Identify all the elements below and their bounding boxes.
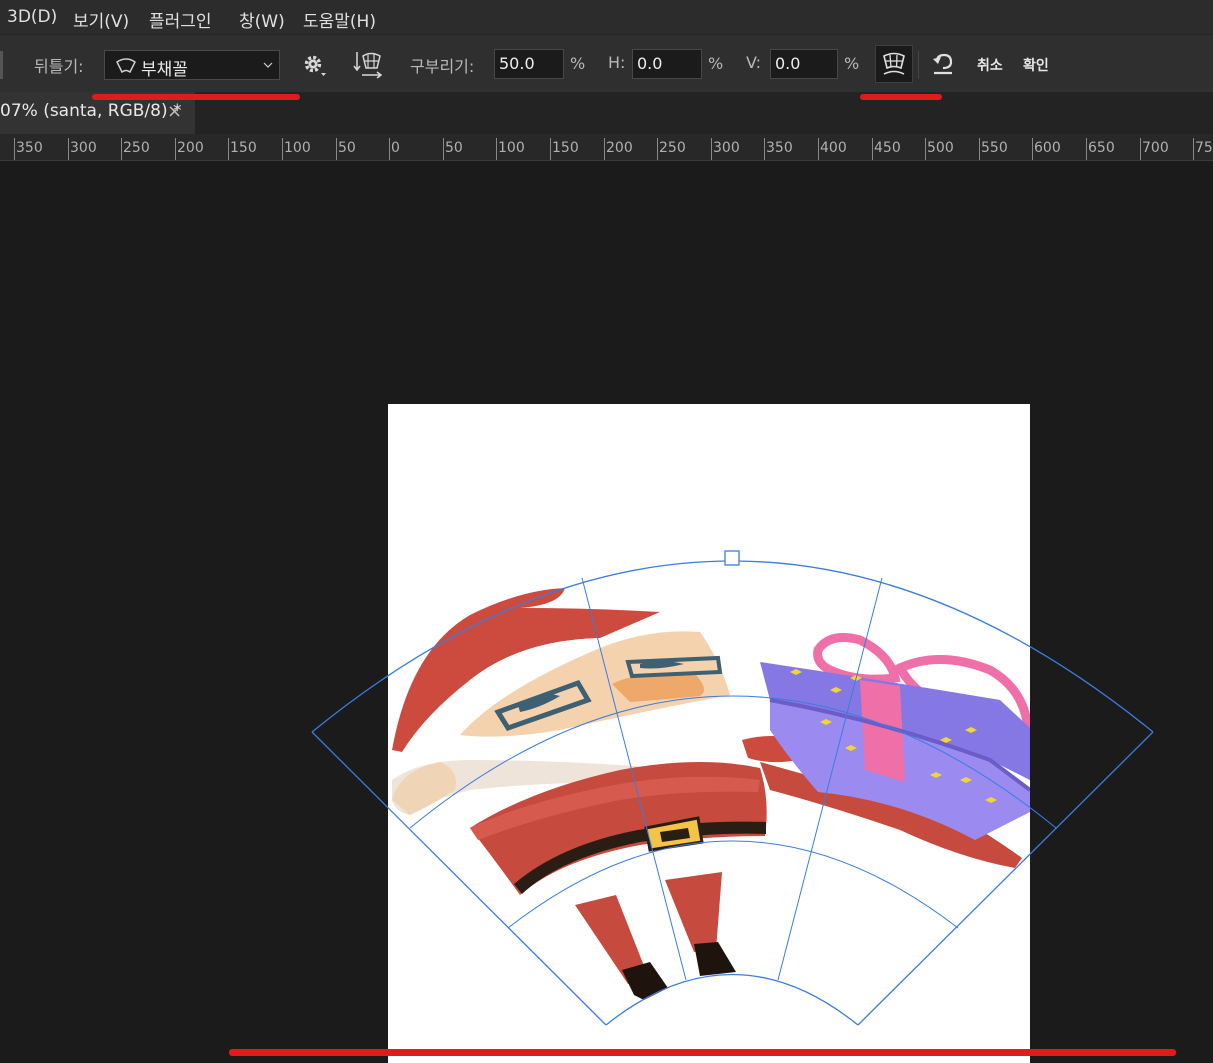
ruler-label: 0 xyxy=(391,140,400,156)
ruler-label: 250 xyxy=(659,140,686,156)
ruler-label: 600 xyxy=(1034,140,1061,156)
ruler-tick xyxy=(764,138,765,160)
menu-bar: 3D(D) 보기(V) 플러그인 창(W) 도움말(H) xyxy=(0,0,1213,34)
ruler-label: 300 xyxy=(713,140,740,156)
options-bar: 뒤틀기: 부채꼴 구부리기: 50.0 % H: 0.0 % V: 0.0 % xyxy=(0,34,1213,93)
ruler-label: 100 xyxy=(498,140,525,156)
ruler-tick xyxy=(121,138,122,160)
menu-view[interactable]: 보기(V) xyxy=(73,7,129,32)
menu-3d[interactable]: 3D(D) xyxy=(7,7,57,27)
ruler-label: 500 xyxy=(927,140,954,156)
ruler-tick xyxy=(282,138,283,160)
divider xyxy=(918,51,919,79)
bend-percent: % xyxy=(570,54,586,73)
warp-style-value: 부채꼴 xyxy=(141,60,188,80)
ruler-label: 200 xyxy=(606,140,633,156)
bend-label: 구부리기: xyxy=(410,57,475,76)
change-orientation-icon[interactable] xyxy=(353,50,383,80)
warp-mode-icon xyxy=(883,52,905,75)
ruler-tick xyxy=(496,138,497,160)
ruler-tick xyxy=(711,138,712,160)
ruler-tick xyxy=(1032,138,1033,160)
cancel-button[interactable]: 취소 xyxy=(977,55,1003,75)
ruler-tick xyxy=(443,138,444,160)
ruler-tick xyxy=(68,138,69,160)
ruler-label: 650 xyxy=(1088,140,1115,156)
annotation-underline-warp-style xyxy=(92,94,300,100)
ruler-tick xyxy=(550,138,551,160)
ruler-label: 450 xyxy=(874,140,901,156)
gear-icon[interactable] xyxy=(302,53,328,79)
document-canvas xyxy=(388,404,1030,1063)
arc-icon xyxy=(116,58,136,73)
ruler-tick xyxy=(818,138,819,160)
ruler-label: 750 xyxy=(1195,140,1213,156)
ruler-label: 400 xyxy=(820,140,847,156)
ruler-label: 700 xyxy=(1142,140,1169,156)
ruler-label: 350 xyxy=(16,140,43,156)
chevron-down-icon xyxy=(263,62,273,68)
ruler-tick xyxy=(604,138,605,160)
ruler-label: 50 xyxy=(338,140,356,156)
ruler-tick xyxy=(1140,138,1141,160)
warp-label: 뒤틀기: xyxy=(34,57,84,76)
h-label: H: xyxy=(608,53,626,72)
ruler-tick xyxy=(228,138,229,160)
ruler-label: 150 xyxy=(230,140,257,156)
ruler-label: 350 xyxy=(766,140,793,156)
document-tab-title: 07% (santa, RGB/8) * xyxy=(0,101,182,121)
v-percent: % xyxy=(844,54,860,73)
ruler-tick xyxy=(1193,138,1194,160)
ruler-tick xyxy=(925,138,926,160)
v-label: V: xyxy=(746,53,762,72)
ruler-tick xyxy=(175,138,176,160)
annotation-underline-warp-mode xyxy=(860,94,942,100)
menu-plugins[interactable]: 플러그인 xyxy=(149,7,212,32)
ruler-tick xyxy=(657,138,658,160)
ruler-label: 200 xyxy=(177,140,204,156)
toolbar-edge xyxy=(0,51,3,79)
bend-input[interactable]: 50.0 xyxy=(494,49,564,79)
ruler-tick xyxy=(979,138,980,160)
h-percent: % xyxy=(708,54,724,73)
ruler-tick xyxy=(1086,138,1087,160)
ruler-label: 100 xyxy=(284,140,311,156)
menu-window[interactable]: 창(W) xyxy=(239,7,285,32)
ruler-tick xyxy=(336,138,337,160)
v-distortion-input[interactable]: 0.0 xyxy=(770,49,838,79)
annotation-underline-canvas xyxy=(229,1049,1176,1056)
ruler-label: 50 xyxy=(445,140,463,156)
ruler-label: 550 xyxy=(981,140,1008,156)
confirm-button[interactable]: 확인 xyxy=(1023,55,1049,75)
ruler-label: 250 xyxy=(123,140,150,156)
santa-artwork xyxy=(392,588,1030,1000)
menu-help[interactable]: 도움말(H) xyxy=(303,7,376,32)
h-distortion-input[interactable]: 0.0 xyxy=(632,49,702,79)
warp-style-select[interactable]: 부채꼴 xyxy=(104,50,280,80)
undo-icon[interactable] xyxy=(931,52,955,76)
horizontal-ruler: 350 300 250 200 150 100 50 0 50 100 150 200 250 300 35… xyxy=(0,134,1213,161)
ruler-tick xyxy=(389,138,390,160)
santa-legs xyxy=(575,872,736,1000)
ruler-label: 150 xyxy=(552,140,579,156)
ruler-label: 300 xyxy=(70,140,97,156)
ruler-tick xyxy=(872,138,873,160)
warp-mode-toggle[interactable] xyxy=(875,45,913,83)
close-icon[interactable]: × xyxy=(167,101,182,122)
ruler-tick xyxy=(14,138,15,160)
